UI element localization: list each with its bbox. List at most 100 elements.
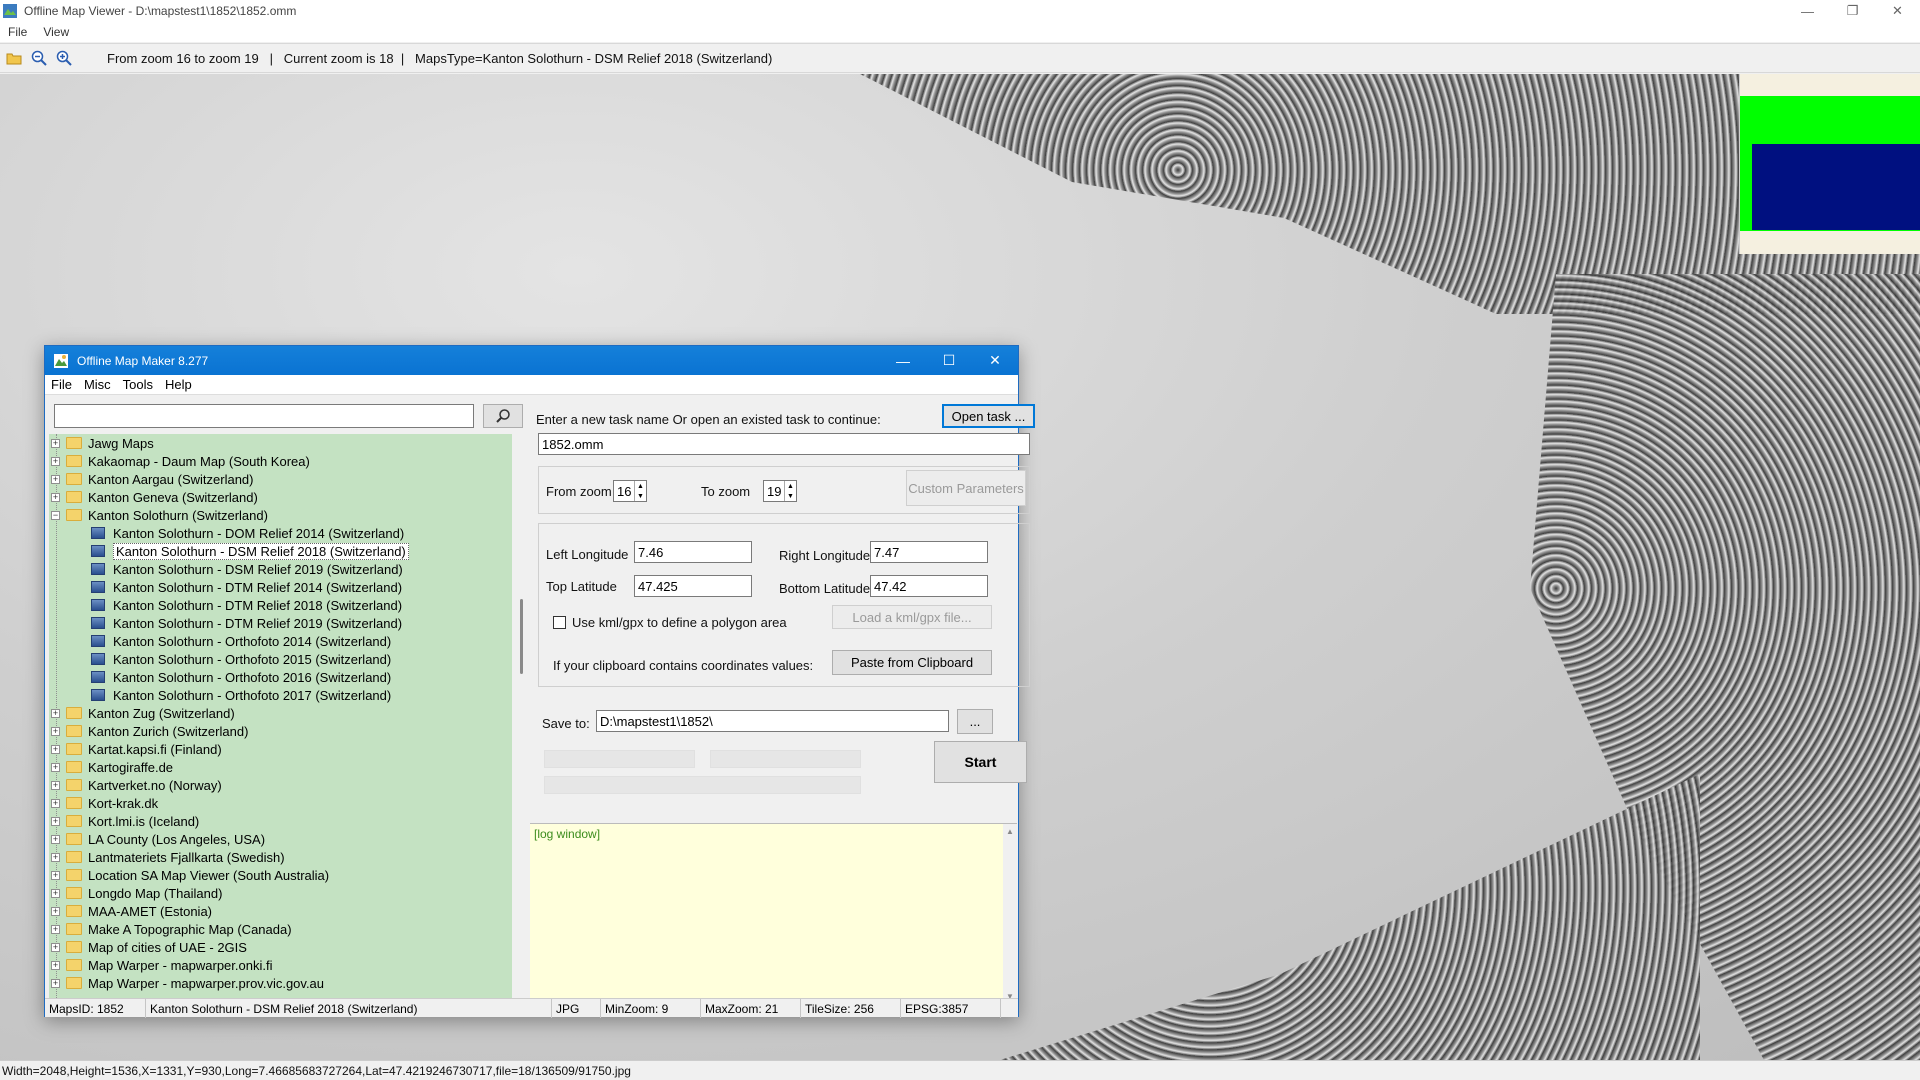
maker-minimize-button[interactable]: — [880,346,926,375]
tree-folder-item[interactable]: + Map Warper - mapwarper.onki.fi [49,956,512,974]
maker-close-button[interactable]: ✕ [972,346,1018,375]
viewer-restore-button[interactable]: ❐ [1830,0,1875,22]
zoom-in-icon[interactable] [53,47,75,69]
from-zoom-stepper[interactable]: 16 ▲ ▼ [613,480,647,502]
spin-up-icon[interactable]: ▲ [637,483,644,490]
tree-folder-item[interactable]: + Make A Topographic Map (Canada) [49,920,512,938]
expand-icon[interactable]: + [51,726,60,736]
expand-icon[interactable]: + [51,906,60,916]
tree-map-item[interactable]: Kanton Solothurn - Orthofoto 2016 (Switz… [49,668,512,686]
load-kml-button[interactable]: Load a kml/gpx file... [832,605,992,629]
tree-folder-item[interactable]: + Location SA Map Viewer (South Australia… [49,866,512,884]
expand-icon[interactable]: + [51,474,60,484]
tree-folder-item[interactable]: + Kort.lmi.is (Iceland) [49,812,512,830]
save-to-input[interactable] [596,710,949,732]
maker-menu-tools[interactable]: Tools [117,377,159,392]
right-longitude-input[interactable] [870,541,988,563]
viewer-menu-file[interactable]: File [0,25,35,39]
expand-icon[interactable]: + [51,960,60,970]
expand-icon[interactable]: + [51,834,60,844]
tree-map-item[interactable]: Kanton Solothurn - Orthofoto 2017 (Switz… [49,686,512,704]
tree-map-item[interactable]: Kanton Solothurn - DSM Relief 2019 (Swit… [49,560,512,578]
tree-folder-item[interactable]: + Lantmateriets Fjallkarta (Swedish) [49,848,512,866]
tree-map-item[interactable]: Kanton Solothurn - DSM Relief 2018 (Swit… [49,542,512,560]
browse-button[interactable]: ... [957,709,993,734]
expand-icon[interactable]: + [51,852,60,862]
start-button[interactable]: Start [934,741,1027,783]
open-folder-icon[interactable] [3,47,25,69]
expand-icon[interactable]: + [51,924,60,934]
expand-icon[interactable]: + [51,798,60,808]
kml-polygon-checkbox[interactable] [553,616,566,629]
spin-down-icon[interactable]: ▼ [637,493,644,500]
maker-menu-misc[interactable]: Misc [78,377,117,392]
expand-icon[interactable]: + [51,438,60,448]
map-source-tree[interactable]: + Jawg Maps + Kakaomap - Daum Map (South Ko… [49,434,512,1004]
tree-folder-item[interactable]: + Map Warper - mapwarper.prov.vic.gov.au [49,974,512,992]
log-window[interactable]: [log window] ▲ ▼ [530,823,1017,1004]
tree-folder-item[interactable]: + Kanton Geneva (Switzerland) [49,488,512,506]
open-task-button[interactable]: Open task ... [942,404,1035,428]
tree-item-label: Kanton Solothurn - DTM Relief 2019 (Swit… [113,615,403,631]
tree-map-item[interactable]: Kanton Solothurn - DTM Relief 2014 (Swit… [49,578,512,596]
viewer-close-button[interactable]: ✕ [1875,0,1920,22]
expand-icon[interactable]: + [51,456,60,466]
expand-icon[interactable]: + [51,708,60,718]
tree-map-item[interactable]: Kanton Solothurn - DTM Relief 2018 (Swit… [49,596,512,614]
tree-folder-item[interactable]: − Kanton Solothurn (Switzerland) [49,506,512,524]
tree-folder-item[interactable]: + Kanton Zurich (Switzerland) [49,722,512,740]
tree-folder-item[interactable]: + Kanton Aargau (Switzerland) [49,470,512,488]
map-search-input[interactable] [54,404,474,428]
collapse-icon[interactable]: − [51,510,60,520]
viewer-toolbar: From zoom 16 to zoom 19 | Current zoom i… [0,43,1920,73]
tree-folder-item[interactable]: + Kartat.kapsi.fi (Finland) [49,740,512,758]
zoom-out-icon[interactable] [28,47,50,69]
tree-folder-item[interactable]: + Kartverket.no (Norway) [49,776,512,794]
expand-icon[interactable]: + [51,942,60,952]
expand-icon[interactable]: + [51,888,60,898]
expand-icon[interactable]: + [51,870,60,880]
tree-scrollbar-thumb[interactable] [520,599,523,674]
paste-from-clipboard-button[interactable]: Paste from Clipboard [832,650,992,675]
expand-icon[interactable]: + [51,978,60,988]
tree-map-item[interactable]: Kanton Solothurn - Orthofoto 2015 (Switz… [49,650,512,668]
maker-menu-file[interactable]: File [45,377,78,392]
tree-map-item[interactable]: Kanton Solothurn - DTM Relief 2019 (Swit… [49,614,512,632]
expand-icon[interactable]: + [51,492,60,502]
expand-icon[interactable]: + [51,744,60,754]
tree-folder-item[interactable]: + Kartogiraffe.de [49,758,512,776]
top-latitude-input[interactable] [634,575,752,597]
expand-icon[interactable]: + [51,780,60,790]
tree-folder-item[interactable]: + Jawg Maps [49,434,512,452]
tree-map-item[interactable]: Kanton Solothurn - Orthofoto 2014 (Switz… [49,632,512,650]
tree-folder-item[interactable]: + MAA-AMET (Estonia) [49,902,512,920]
tree-folder-item[interactable]: + Longdo Map (Thailand) [49,884,512,902]
tree-folder-item[interactable]: + Kort-krak.dk [49,794,512,812]
spin-down-icon[interactable]: ▼ [787,493,794,500]
tree-folder-item[interactable]: + Kanton Zug (Switzerland) [49,704,512,722]
tree-item-label: Lantmateriets Fjallkarta (Swedish) [88,849,285,865]
task-name-input[interactable] [538,433,1030,455]
viewer-menu-view[interactable]: View [35,25,77,39]
maker-maximize-button[interactable]: ☐ [926,346,972,375]
tree-folder-item[interactable]: + Kakaomap - Daum Map (South Korea) [49,452,512,470]
custom-parameters-button[interactable]: Custom Parameters [906,470,1026,506]
tree-folder-item[interactable]: + Map of cities of UAE - 2GIS [49,938,512,956]
left-longitude-input[interactable] [634,541,752,563]
spin-up-icon[interactable]: ▲ [787,483,794,490]
viewer-minimize-button[interactable]: — [1785,0,1830,22]
bottom-latitude-input[interactable] [870,575,988,597]
maker-menu-help[interactable]: Help [159,377,198,392]
bottom-latitude-label: Bottom Latitude [779,581,871,596]
expand-icon[interactable]: + [51,816,60,826]
search-button[interactable] [483,404,523,428]
overview-minimap[interactable] [1739,74,1920,254]
tree-item-label: Map Warper - mapwarper.onki.fi [88,957,273,973]
scroll-up-icon[interactable]: ▲ [1006,827,1014,836]
tree-folder-item[interactable]: + LA County (Los Angeles, USA) [49,830,512,848]
expand-icon[interactable]: + [51,762,60,772]
tree-scrollbar[interactable] [515,434,529,1004]
log-scrollbar[interactable]: ▲ ▼ [1003,824,1017,1004]
to-zoom-stepper[interactable]: 19 ▲ ▼ [763,480,797,502]
tree-map-item[interactable]: Kanton Solothurn - DOM Relief 2014 (Swit… [49,524,512,542]
